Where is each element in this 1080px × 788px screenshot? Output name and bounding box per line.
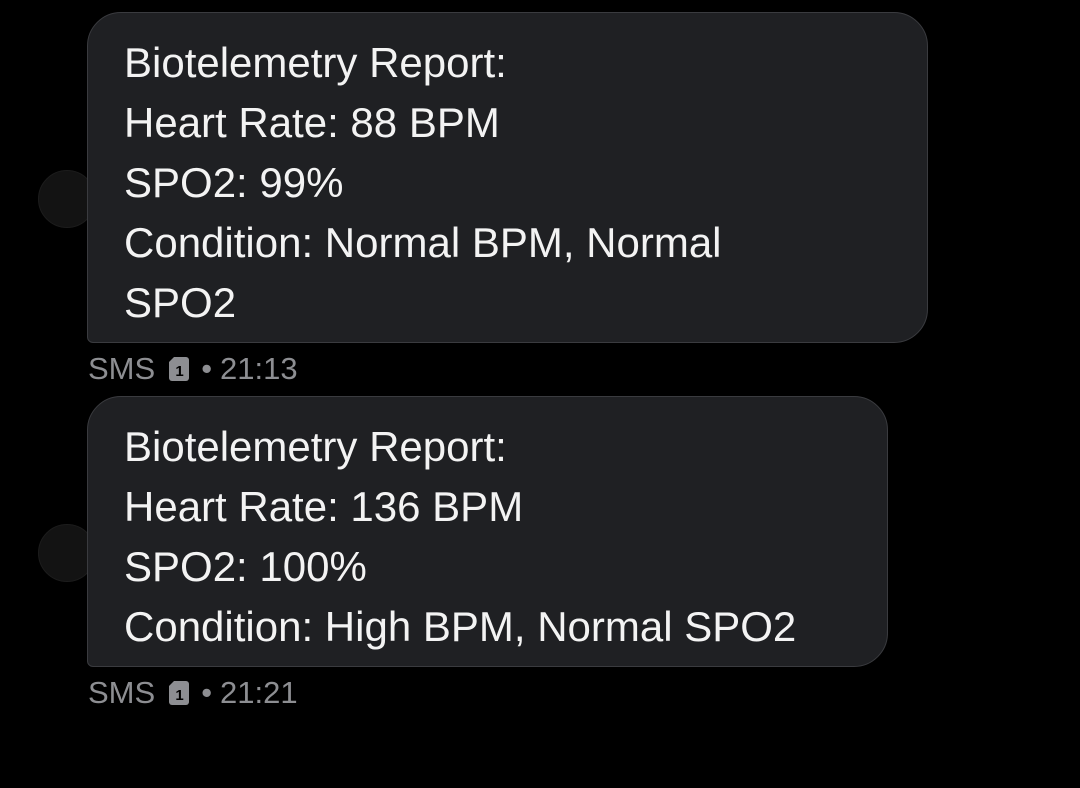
message-meta: SMS 1 • 21:13 <box>88 349 298 389</box>
sim-card-icon: 1 <box>169 357 190 381</box>
timestamp: 21:13 <box>220 351 298 386</box>
channel-label: SMS <box>88 351 156 386</box>
message-line: Biotelemetry Report: <box>124 39 507 86</box>
channel-label: SMS <box>88 675 156 710</box>
svg-text:1: 1 <box>176 363 184 380</box>
separator-dot: • <box>201 675 213 710</box>
message-line: Heart Rate: 88 BPM <box>124 99 500 146</box>
svg-text:1: 1 <box>176 687 184 704</box>
message-line: Condition: High BPM, Normal SPO2 <box>124 603 797 650</box>
message-line: SPO2: 99% <box>124 159 344 206</box>
message-bubble[interactable]: Biotelemetry Report: Heart Rate: 136 BPM… <box>87 396 888 667</box>
separator-dot: • <box>201 351 213 386</box>
message-line: SPO2: 100% <box>124 543 367 590</box>
sim-card-icon: 1 <box>169 681 190 705</box>
message-line: Biotelemetry Report: <box>124 423 507 470</box>
message-line: Heart Rate: 136 BPM <box>124 483 524 530</box>
message-meta: SMS 1 • 21:21 <box>88 673 298 713</box>
timestamp: 21:21 <box>220 675 298 710</box>
message-bubble[interactable]: Biotelemetry Report: Heart Rate: 88 BPM … <box>87 12 928 343</box>
message-line: SPO2 <box>124 279 237 326</box>
message-line: Condition: Normal BPM, Normal <box>124 219 722 266</box>
